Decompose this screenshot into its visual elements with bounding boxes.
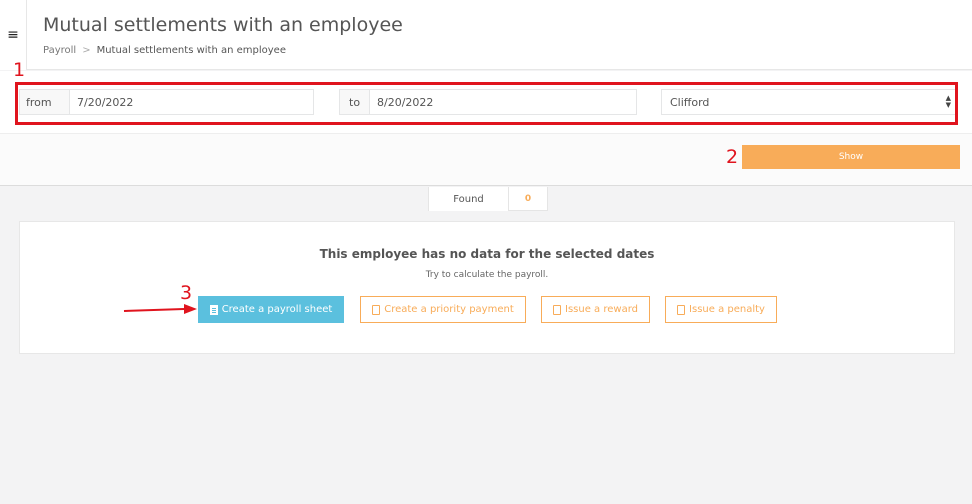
empty-state-title: This employee has no data for the select…	[319, 247, 655, 261]
found-label: Found	[428, 187, 508, 211]
annotation-highlight-box	[15, 82, 958, 125]
page-header: Mutual settlements with an employee Payr…	[27, 0, 972, 70]
note-icon	[372, 304, 381, 315]
note-icon	[677, 304, 686, 315]
hamburger-icon: ≡	[7, 27, 19, 43]
note-icon	[553, 304, 561, 315]
breadcrumb-payroll-link[interactable]: Payroll	[43, 45, 76, 56]
annotation-label-3: 3	[180, 282, 193, 304]
breadcrumb-current: Mutual settlements with an employee	[96, 45, 286, 56]
annotation-label-1: 1	[13, 59, 26, 81]
issue-penalty-button[interactable]: Issue a penalty	[665, 296, 777, 323]
empty-state-panel: This employee has no data for the select…	[19, 221, 955, 354]
page-title: Mutual settlements with an employee	[43, 14, 403, 36]
create-priority-payment-label: Create a priority payment	[384, 304, 514, 315]
show-button[interactable]: Show	[742, 145, 960, 169]
annotation-label-2: 2	[726, 146, 739, 168]
issue-reward-label: Issue a reward	[565, 304, 638, 315]
found-counter: Found 0	[428, 187, 548, 211]
document-icon	[209, 304, 218, 315]
create-payroll-sheet-button[interactable]: Create a payroll sheet	[198, 296, 344, 323]
breadcrumb: Payroll > Mutual settlements with an emp…	[43, 45, 286, 56]
issue-reward-button[interactable]: Issue a reward	[541, 296, 650, 323]
issue-penalty-label: Issue a penalty	[689, 304, 765, 315]
create-payroll-sheet-label: Create a payroll sheet	[221, 304, 333, 315]
breadcrumb-separator: >	[82, 45, 91, 56]
found-count: 0	[508, 187, 548, 211]
create-priority-payment-button[interactable]: Create a priority payment	[360, 296, 526, 323]
empty-state-subtitle: Try to calculate the payroll.	[425, 270, 549, 280]
annotation-arrow-icon	[123, 304, 197, 314]
